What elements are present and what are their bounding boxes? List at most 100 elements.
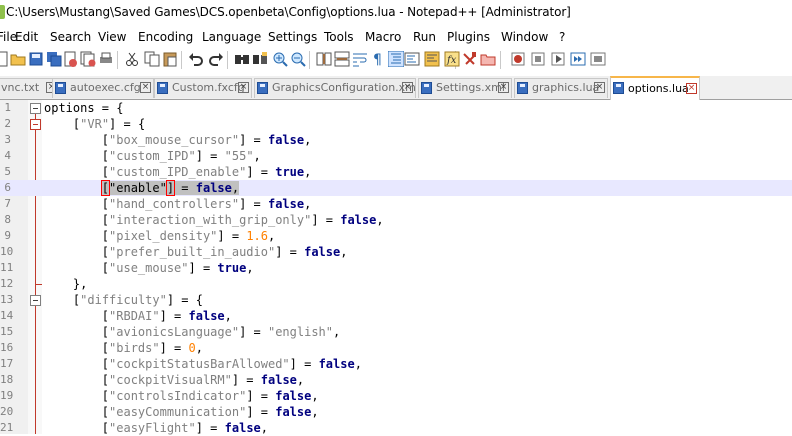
menu-tools[interactable]: Tools [324, 30, 354, 44]
code-line[interactable]: 8 ["interaction_with_grip_only"] = false… [0, 212, 792, 228]
run-macro-multiple-button[interactable] [570, 51, 586, 67]
code-token: , [354, 357, 362, 371]
menu-language[interactable]: Language [202, 30, 261, 44]
code-line[interactable]: 18 ["cockpitVisualRM"] = false, [0, 372, 792, 388]
redo-button[interactable] [208, 51, 224, 67]
code-line[interactable]: 1 options = { [0, 100, 792, 116]
paste-button[interactable] [162, 51, 178, 67]
menu-settings[interactable]: Settings [268, 30, 317, 44]
code-token: [ [101, 405, 110, 419]
code-line[interactable]: 19 ["controlsIndicator"] = false, [0, 388, 792, 404]
tab-settings-xml[interactable]: Settings.xml × [418, 78, 512, 98]
zoom-in-button[interactable] [272, 51, 288, 67]
doc-map-icon [424, 51, 440, 67]
tab-close-icon[interactable]: × [686, 83, 697, 94]
print-button[interactable] [98, 51, 114, 67]
tab-autoexec-cfg[interactable]: autoexec.cfg × [52, 78, 154, 98]
tab-options-lua[interactable]: options.lua × [610, 76, 700, 100]
code-line[interactable]: 10 ["prefer_built_in_audio"] = false, [0, 244, 792, 260]
menu-edit[interactable]: Edit [15, 30, 38, 44]
line-number: 9 [4, 229, 11, 242]
menu-search[interactable]: Search [50, 30, 91, 44]
code-line[interactable]: 9 ["pixel_density"] = 1.6, [0, 228, 792, 244]
word-wrap-button[interactable] [352, 51, 368, 67]
tab-graphics-lua[interactable]: graphics.lua × [514, 78, 608, 98]
sync-horizontal-button[interactable] [334, 51, 350, 67]
code-line[interactable]: 6 ["enable"] = false, [0, 180, 792, 196]
menu-help[interactable]: ? [559, 30, 565, 44]
doc-map-button[interactable] [424, 51, 440, 67]
code-token: "use_mouse" [109, 261, 189, 275]
menu-window[interactable]: Window [501, 30, 548, 44]
new-file-button[interactable] [0, 51, 10, 67]
replace-button[interactable] [252, 51, 268, 67]
tab-graphicsconfiguration-xml[interactable]: GraphicsConfiguration.xml × [254, 78, 416, 98]
sync-vertical-button[interactable] [316, 51, 332, 67]
menu-view[interactable]: View [98, 30, 126, 44]
save-macro-button[interactable] [590, 51, 606, 67]
fold-collapse-icon[interactable] [30, 119, 41, 130]
tab-close-icon[interactable]: × [140, 82, 151, 93]
menu-run[interactable]: Run [413, 30, 436, 44]
user-language-button[interactable] [404, 51, 420, 67]
tab-close-icon[interactable]: × [238, 82, 249, 93]
menu-plugins[interactable]: Plugins [447, 30, 490, 44]
code-line[interactable]: 3 ["box_mouse_cursor"] = false, [0, 132, 792, 148]
code-text: ["avionicsLanguage"] = "english", [44, 324, 340, 340]
close-all-button[interactable] [80, 51, 96, 67]
open-file-button[interactable] [10, 51, 26, 67]
close-file-button[interactable] [62, 51, 78, 67]
fold-collapse-icon[interactable] [30, 103, 41, 114]
monitoring-button[interactable] [480, 51, 496, 67]
code-line[interactable]: 15 ["avionicsLanguage"] = "english", [0, 324, 792, 340]
cut-button[interactable] [124, 51, 140, 67]
save-all-button[interactable] [46, 51, 62, 67]
tab-close-icon[interactable]: × [402, 82, 413, 93]
code-token: "55" [224, 149, 254, 163]
tab-vnc-txt[interactable]: vnc.txt× [0, 78, 60, 98]
save-file-button[interactable] [28, 51, 44, 67]
code-token: false [275, 405, 312, 419]
indent-guide-button[interactable] [387, 50, 405, 68]
toolbar-separator [181, 51, 182, 69]
title-bar[interactable]: C:\Users\Mustang\Saved Games\DCS.openbet… [0, 0, 792, 25]
tab-close-icon[interactable]: × [594, 82, 605, 93]
code-line[interactable]: 11 ["use_mouse"] = true, [0, 260, 792, 276]
fold-collapse-icon[interactable] [30, 295, 41, 306]
function-list-button[interactable]: fx [444, 51, 460, 67]
tab-close-icon[interactable]: × [498, 82, 509, 93]
code-line[interactable]: 2 ["VR"] = { [0, 116, 792, 132]
stop-record-button[interactable] [530, 51, 546, 67]
code-text: ["pixel_density"] = 1.6, [44, 228, 275, 244]
code-text: ["cockpitStatusBarAllowed"] = false, [44, 356, 362, 372]
code-line[interactable]: 20 ["easyCommunication"] = false, [0, 404, 792, 420]
menu-encoding[interactable]: Encoding [138, 30, 193, 44]
code-text: ["use_mouse"] = true, [44, 260, 254, 276]
find-button[interactable] [234, 51, 250, 67]
code-text: ["birds"] = 0, [44, 340, 203, 356]
toolbar-separator [309, 51, 310, 69]
code-editor[interactable]: 1 options = {2 ["VR"] = {3 ["box_mouse_cu… [0, 100, 792, 435]
code-line[interactable]: 14 ["RBDAI"] = false, [0, 308, 792, 324]
code-line[interactable]: 7 ["hand_controllers"] = false, [0, 196, 792, 212]
menu-macro[interactable]: Macro [365, 30, 401, 44]
code-line[interactable]: 16 ["birds"] = 0, [0, 340, 792, 356]
folder-workspace-button[interactable] [462, 51, 478, 67]
tab-custom-fxcfg[interactable]: Custom.fxcfg × [154, 78, 252, 98]
code-line[interactable]: 12 }, [0, 276, 792, 292]
record-macro-button[interactable] [510, 51, 526, 67]
code-line[interactable]: 4 ["custom_IPD"] = "55", [0, 148, 792, 164]
code-line[interactable]: 13 ["difficulty"] = { [0, 292, 792, 308]
file-saved-icon [613, 82, 624, 94]
fold-end-marker [35, 276, 42, 285]
line-number: 7 [4, 197, 11, 210]
undo-button[interactable] [188, 51, 204, 67]
code-line[interactable]: 5 ["custom_IPD_enable"] = true, [0, 164, 792, 180]
code-line[interactable]: 17 ["cockpitStatusBarAllowed"] = false, [0, 356, 792, 372]
copy-button[interactable] [144, 51, 160, 67]
show-all-chars-button[interactable]: ¶ [370, 51, 386, 68]
zoom-out-button[interactable] [290, 51, 306, 67]
play-macro-button[interactable] [550, 51, 566, 67]
